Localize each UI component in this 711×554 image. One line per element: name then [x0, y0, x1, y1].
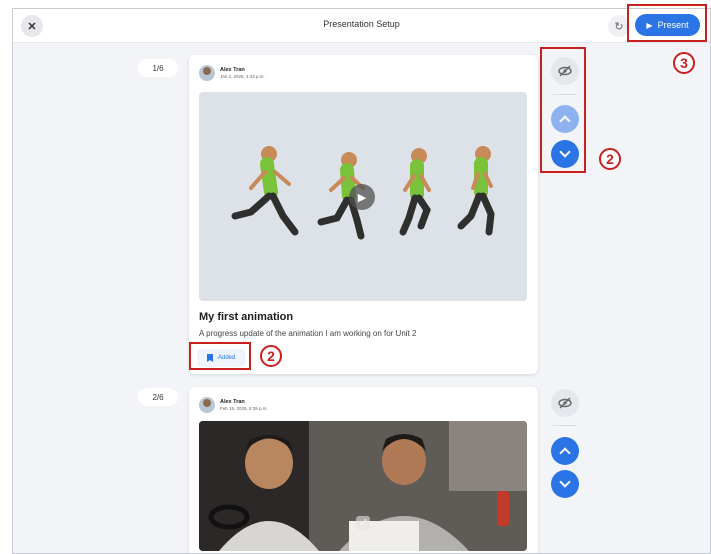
annotation-box-reorder — [540, 47, 586, 173]
post-author: Alex Tran Jan 2, 2025, 4:43 p.m. — [199, 65, 265, 81]
refresh-icon: ↻ — [614, 20, 624, 33]
photo[interactable]: ⤢ — [199, 421, 527, 551]
eye-off-icon — [558, 397, 572, 409]
play-video-icon[interactable]: ▶ — [349, 184, 375, 210]
presentation-setup-window: ✕ Presentation Setup ↻ ▶ Present 1/6 Ale… — [12, 8, 711, 554]
chevron-down-icon — [559, 476, 571, 488]
chevron-up-icon — [559, 447, 571, 459]
author-name: Alex Tran — [220, 398, 245, 405]
post-author: Alex Tran Feb 15, 2025, 8:39 p.m. — [199, 397, 268, 413]
annotation-marker-2: 2 — [260, 345, 282, 367]
author-name: Alex Tran — [220, 66, 245, 73]
students-photo — [199, 421, 527, 551]
post-description: A progress update of the animation I am … — [199, 329, 417, 338]
move-up-button[interactable] — [551, 437, 579, 465]
post-title: My first animation — [199, 311, 294, 323]
annotation-marker-2: 2 — [599, 148, 621, 170]
animation-video[interactable]: ▶ — [199, 92, 527, 301]
divider — [553, 425, 577, 426]
move-down-button[interactable] — [551, 470, 579, 498]
post-date: Jan 2, 2025, 4:43 p.m. — [220, 73, 265, 79]
hide-post-button[interactable] — [551, 389, 579, 417]
page-title: Presentation Setup — [323, 19, 400, 29]
post-card: Alex Tran Feb 15, 2025, 8:39 p.m. ⤢ — [189, 387, 538, 553]
expand-icon[interactable]: ⤢ — [356, 516, 370, 530]
top-bar: ✕ Presentation Setup ↻ ▶ Present — [13, 9, 710, 43]
post-card: Alex Tran Jan 2, 2025, 4:43 p.m. ▶ My fi… — [189, 55, 538, 374]
post-date: Feb 15, 2025, 8:39 p.m. — [220, 405, 268, 411]
annotation-box-present — [627, 4, 707, 42]
avatar — [199, 397, 215, 413]
slide-counter: 2/6 — [138, 388, 178, 406]
annotation-marker-3: 3 — [673, 52, 695, 74]
slide-counter: 1/6 — [138, 59, 178, 77]
avatar — [199, 65, 215, 81]
annotation-box-added — [189, 342, 251, 370]
